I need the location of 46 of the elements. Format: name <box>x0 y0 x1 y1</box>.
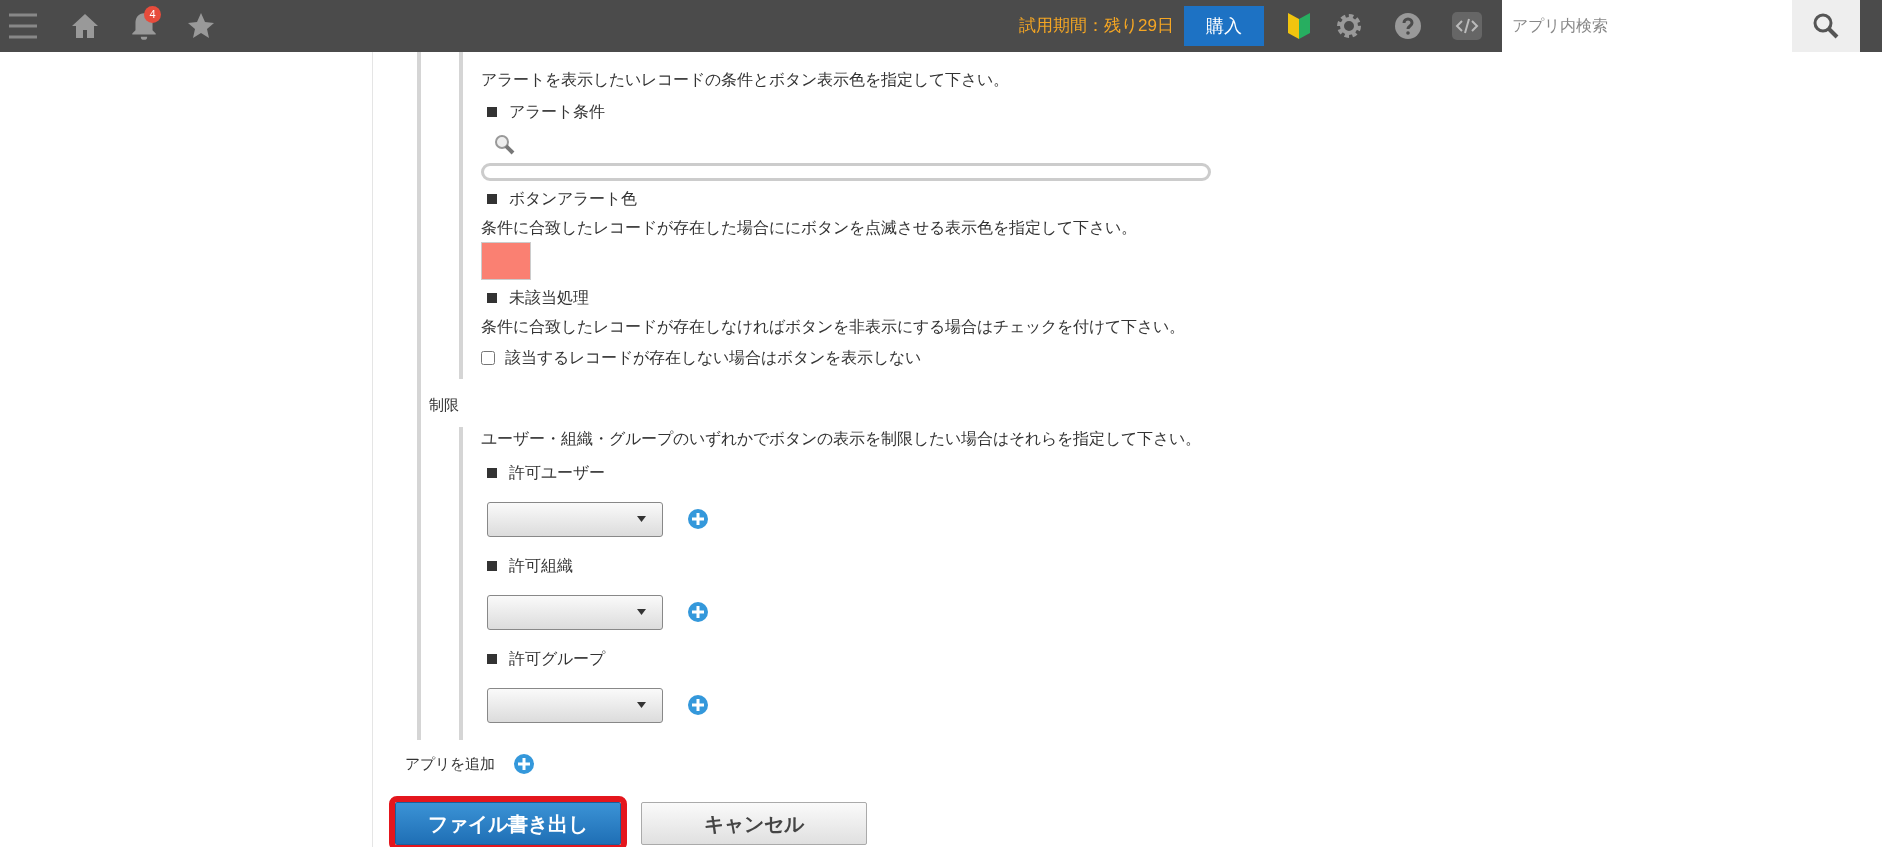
notification-badge: 4 <box>144 6 161 23</box>
add-icon[interactable] <box>687 508 709 530</box>
home-icon[interactable] <box>70 11 100 41</box>
bullet-icon <box>487 292 497 303</box>
trial-period-text: 試用期間：残り29日 <box>1019 15 1174 38</box>
bullet-icon <box>487 193 497 204</box>
add-icon[interactable] <box>687 694 709 716</box>
section-heading: アラート条件 <box>509 101 605 122</box>
description-text: 条件に合致したレコードが存在しなければボタンを非表示にする場合はチェックを付けて下さい。 <box>481 317 1186 337</box>
code-icon[interactable] <box>1452 12 1482 40</box>
section-heading: 許可組織 <box>509 555 573 576</box>
bullet-icon <box>487 560 497 571</box>
section-heading: 未該当処理 <box>509 287 589 308</box>
bullet-icon <box>487 467 497 478</box>
section-heading: 許可ユーザー <box>509 462 605 483</box>
description-text: ユーザー・組織・グループのいずれかでボタンの表示を制限したい場合はそれらを指定して下さい。 <box>481 429 1202 449</box>
description-text: アラートを表示したいレコードの条件とボタン表示色を指定して下さい。 <box>481 70 1010 90</box>
add-icon[interactable] <box>687 601 709 623</box>
search-field[interactable]: アプリ内検索 <box>1502 0 1792 52</box>
section-heading: ボタンアラート色 <box>509 188 637 209</box>
search-icon <box>1812 12 1840 40</box>
description-text: 条件に合致したレコードが存在した場合ににボタンを点滅させる表示色を指定して下さい。 <box>481 218 1138 238</box>
star-icon[interactable] <box>186 11 216 41</box>
cancel-button[interactable]: キャンセル <box>641 802 867 845</box>
add-app-label: アプリを追加 <box>405 753 495 774</box>
bullet-icon <box>487 653 497 664</box>
bullet-icon <box>487 106 497 117</box>
condition-field[interactable] <box>481 163 1211 181</box>
checkbox[interactable] <box>481 351 495 365</box>
checkbox-label: 該当するレコードが存在しない場合はボタンを表示しない <box>505 348 921 368</box>
buy-button[interactable]: 購入 <box>1184 6 1264 46</box>
settings-icon[interactable] <box>1334 11 1364 41</box>
search-button[interactable] <box>1792 0 1860 52</box>
add-icon[interactable] <box>513 753 535 775</box>
dropdown[interactable] <box>487 501 663 537</box>
caret-icon <box>637 609 646 615</box>
dropdown[interactable] <box>487 687 663 723</box>
dropdown[interactable] <box>487 594 663 630</box>
leaf-icon[interactable] <box>1286 11 1312 41</box>
caret-icon <box>637 516 646 522</box>
search-icon[interactable] <box>493 133 517 157</box>
caret-icon <box>637 702 646 708</box>
help-icon[interactable] <box>1394 12 1422 40</box>
section-title: 制限 <box>429 394 460 415</box>
section-heading: 許可グループ <box>509 648 605 669</box>
color-swatch[interactable] <box>481 242 531 280</box>
